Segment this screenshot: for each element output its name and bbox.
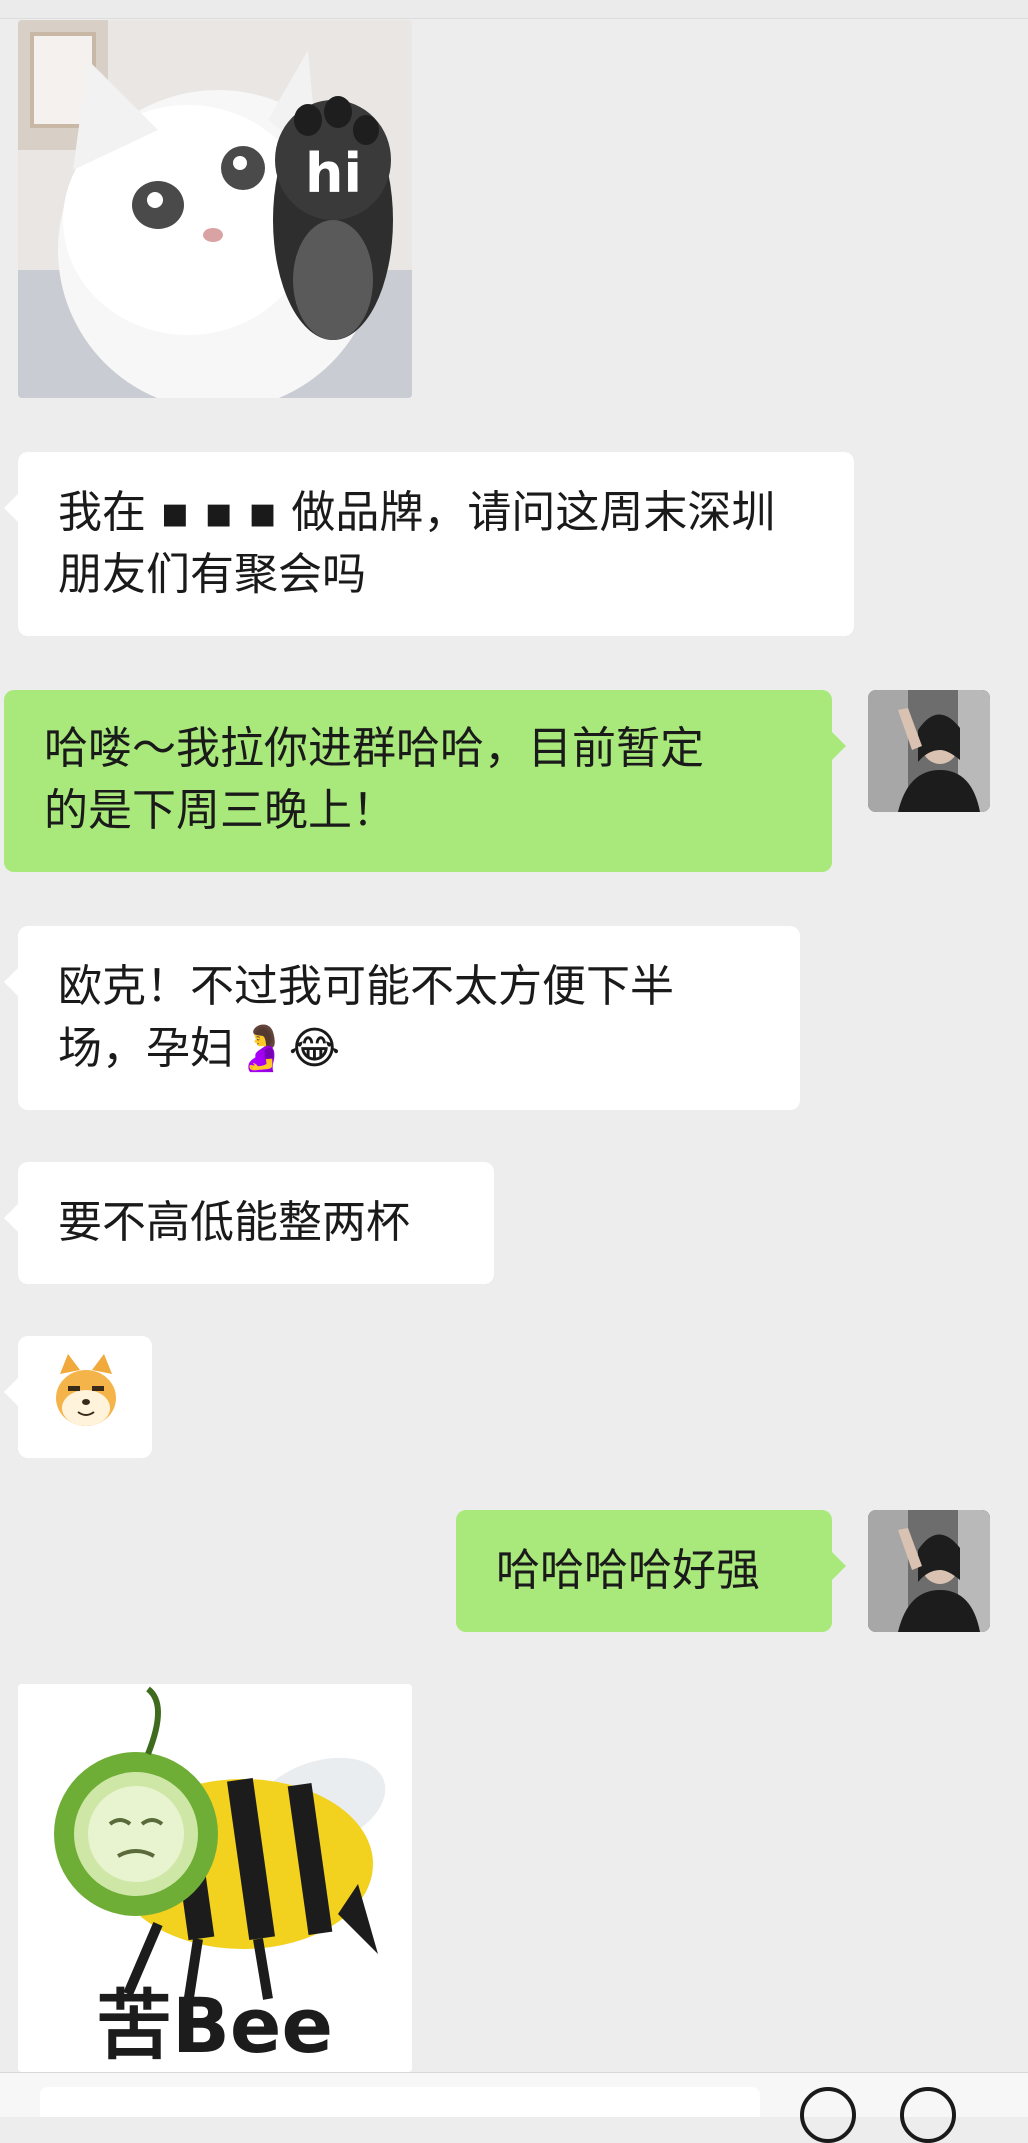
emoji-icon[interactable]	[800, 2087, 856, 2143]
incoming-message-bubble[interactable]: 我在 ▪ ▪ ▪ 做品牌，请问这周末深圳 朋友们有聚会吗	[4, 452, 854, 636]
message-text: 哈哈哈哈好强	[496, 1545, 760, 1596]
top-divider	[0, 0, 1028, 19]
avatar-photo-icon	[868, 690, 990, 812]
message-text: 欧克！不过我可能不太方便下半 场，孕妇🤰😂	[58, 961, 674, 1074]
avatar-photo-icon	[868, 1510, 990, 1632]
bitter-bee-sticker[interactable]: 苦Bee	[18, 1684, 412, 2072]
incoming-message-bubble[interactable]: 欧克！不过我可能不太方便下半 场，孕妇🤰😂	[4, 926, 800, 1110]
user-avatar[interactable]	[868, 690, 990, 812]
incoming-message-bubble[interactable]: 要不高低能整两杯	[4, 1162, 494, 1284]
incoming-emoji-bubble[interactable]	[4, 1336, 152, 1458]
outgoing-message-bubble[interactable]: 哈喽～我拉你进群哈哈，目前暂定 的是下周三晚上！	[4, 690, 846, 872]
doge-emoji	[56, 1354, 116, 1426]
message-text: 我在 ▪ ▪ ▪ 做品牌，请问这周末深圳 朋友们有聚会吗	[58, 487, 776, 600]
add-icon[interactable]	[900, 2087, 956, 2143]
message-input[interactable]	[40, 2087, 760, 2117]
svg-text:苦Bee: 苦Bee	[96, 1981, 333, 2070]
message-text: 哈喽～我拉你进群哈哈，目前暂定 的是下周三晚上！	[44, 723, 704, 836]
bee-icon: 苦Bee	[18, 1684, 412, 2072]
cat-icon: hi	[18, 20, 412, 398]
message-text: 要不高低能整两杯	[58, 1197, 410, 1248]
outgoing-message-bubble[interactable]: 哈哈哈哈好强	[456, 1510, 846, 1632]
user-avatar[interactable]	[868, 1510, 990, 1632]
input-bar	[0, 2072, 1028, 2143]
svg-text:hi: hi	[305, 142, 362, 205]
cat-waving-sticker[interactable]: hi	[18, 20, 412, 398]
